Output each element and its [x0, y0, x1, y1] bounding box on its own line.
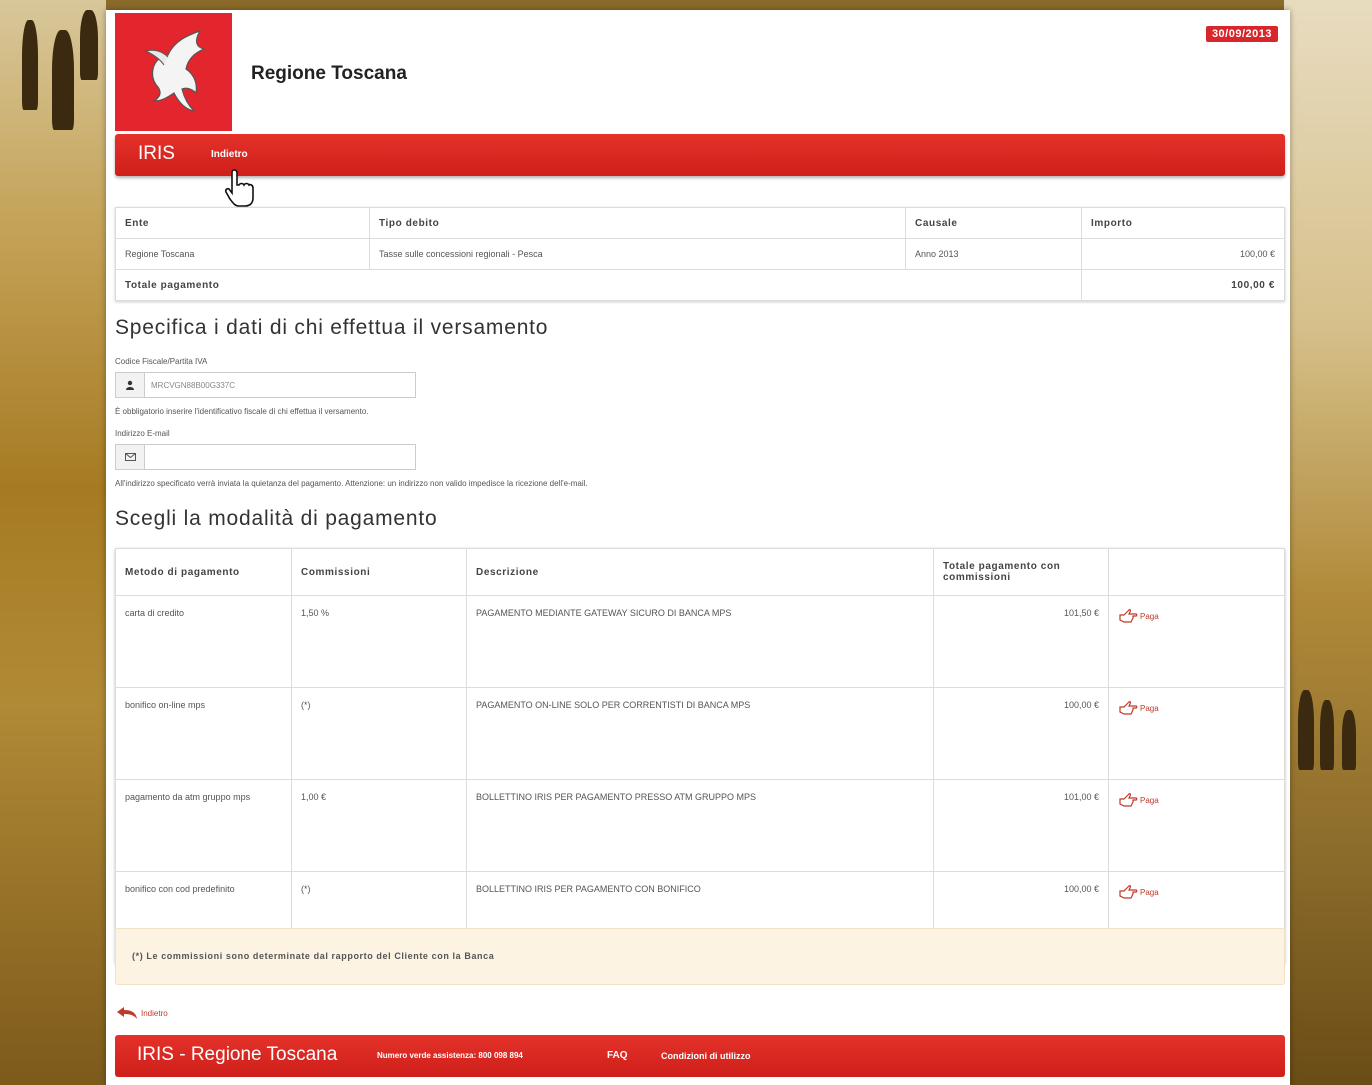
- col-importo: Importo: [1081, 207, 1285, 239]
- footer-faq-link[interactable]: FAQ: [607, 1050, 628, 1061]
- col-ente: Ente: [115, 207, 370, 239]
- cell-method: carta di credito: [115, 595, 292, 688]
- email-help: All'indirizzo specificato verrà inviata …: [115, 479, 588, 488]
- pegasus-logo: [115, 13, 232, 131]
- pay-button-label: Paga: [1140, 703, 1159, 713]
- debt-table-header: Ente Tipo debito Causale Importo: [115, 207, 1285, 239]
- cell-description: BOLLETTINO IRIS PER PAGAMENTO PRESSO ATM…: [466, 779, 934, 872]
- payment-section-title: Scegli la modalità di pagamento: [115, 507, 438, 530]
- pay-button-label: Paga: [1140, 611, 1159, 621]
- total-label: Totale pagamento: [115, 269, 1082, 301]
- payer-section-title: Specifica i dati di chi effettua il vers…: [115, 316, 549, 339]
- top-navbar: IRIS Indietro: [115, 134, 1285, 176]
- col-totale-commissioni: Totale pagamento con commissioni: [933, 548, 1109, 596]
- footer-phone: Numero verde assistenza: 800 098 894: [377, 1051, 523, 1060]
- table-row: carta di credito 1,50 % PAGAMENTO MEDIAN…: [115, 595, 1285, 688]
- debt-table: Ente Tipo debito Causale Importo Regione…: [115, 207, 1285, 301]
- total-value: 100,00 €: [1081, 269, 1285, 301]
- email-field: [115, 444, 416, 470]
- hand-point-icon: [1119, 793, 1138, 807]
- reply-arrow-icon: [117, 1007, 137, 1019]
- cell-commission: 1,00 €: [291, 779, 467, 872]
- envelope-icon: [116, 445, 145, 469]
- cell-total: 100,00 €: [933, 687, 1109, 780]
- fiscal-code-help: È obbligatorio inserire l'identificativo…: [115, 407, 369, 416]
- cell-commission: 1,50 %: [291, 595, 467, 688]
- back-link-bottom[interactable]: Indietro: [116, 1006, 168, 1020]
- col-tipo-debito: Tipo debito: [369, 207, 906, 239]
- hand-point-icon: [1119, 885, 1138, 899]
- pay-button[interactable]: Paga: [1118, 700, 1159, 716]
- table-row: pagamento da atm gruppo mps 1,00 € BOLLE…: [115, 779, 1285, 872]
- cell-commission: (*): [291, 687, 467, 780]
- payment-table-header: Metodo di pagamento Commissioni Descrizi…: [115, 548, 1285, 596]
- pay-button[interactable]: Paga: [1118, 884, 1159, 900]
- pay-button-label: Paga: [1140, 887, 1159, 897]
- date-badge: 30/09/2013: [1205, 26, 1278, 42]
- commission-note: (*) Le commissioni sono determinate dal …: [115, 928, 1285, 985]
- footer-bar: IRIS - Regione Toscana Numero verde assi…: [115, 1035, 1285, 1077]
- email-input[interactable]: [145, 445, 415, 469]
- cell-tipo-debito: Tasse sulle concessioni regionali - Pesc…: [369, 238, 906, 270]
- cell-total: 101,50 €: [933, 595, 1109, 688]
- table-row: bonifico on-line mps (*) PAGAMENTO ON-LI…: [115, 687, 1285, 780]
- background-landscape-right: [1284, 0, 1372, 1085]
- header: Regione Toscana 30/09/2013: [106, 10, 1290, 132]
- cell-description: PAGAMENTO ON-LINE SOLO PER CORRENTISTI D…: [466, 687, 934, 780]
- cell-method: bonifico on-line mps: [115, 687, 292, 780]
- fiscal-code-label: Codice Fiscale/Partita IVA: [115, 357, 208, 366]
- main-page: Regione Toscana 30/09/2013 IRIS Indietro…: [106, 10, 1290, 1085]
- user-icon: [116, 373, 145, 397]
- nav-brand[interactable]: IRIS: [138, 143, 175, 165]
- footer-terms-link[interactable]: Condizioni di utilizzo: [661, 1051, 750, 1061]
- background-landscape-left: [0, 0, 106, 1085]
- cell-importo: 100,00 €: [1081, 238, 1285, 270]
- table-row: Regione Toscana Tasse sulle concessioni …: [115, 238, 1285, 270]
- cell-ente: Regione Toscana: [115, 238, 370, 270]
- pay-button-label: Paga: [1140, 795, 1159, 805]
- cell-total: 101,00 €: [933, 779, 1109, 872]
- nav-back-link[interactable]: Indietro: [211, 149, 248, 160]
- cell-description: PAGAMENTO MEDIANTE GATEWAY SICURO DI BAN…: [466, 595, 934, 688]
- col-causale: Causale: [905, 207, 1082, 239]
- payment-methods-table: Metodo di pagamento Commissioni Descrizi…: [115, 548, 1285, 964]
- pegasus-icon: [144, 29, 206, 112]
- pay-button[interactable]: Paga: [1118, 608, 1159, 624]
- col-metodo: Metodo di pagamento: [115, 548, 292, 596]
- org-title: Regione Toscana: [251, 63, 407, 84]
- cell-method: pagamento da atm gruppo mps: [115, 779, 292, 872]
- back-link-label: Indietro: [141, 1008, 168, 1018]
- footer-title: IRIS - Regione Toscana: [137, 1044, 338, 1065]
- fiscal-code-field: [115, 372, 416, 398]
- hand-point-icon: [1119, 701, 1138, 715]
- fiscal-code-input[interactable]: [145, 373, 415, 397]
- hand-point-icon: [1119, 609, 1138, 623]
- col-action: [1108, 548, 1285, 596]
- pay-button[interactable]: Paga: [1118, 792, 1159, 808]
- col-descrizione: Descrizione: [466, 548, 934, 596]
- total-row: Totale pagamento 100,00 €: [115, 269, 1285, 301]
- col-commissioni: Commissioni: [291, 548, 467, 596]
- cell-causale: Anno 2013: [905, 238, 1082, 270]
- email-label: Indirizzo E-mail: [115, 429, 170, 438]
